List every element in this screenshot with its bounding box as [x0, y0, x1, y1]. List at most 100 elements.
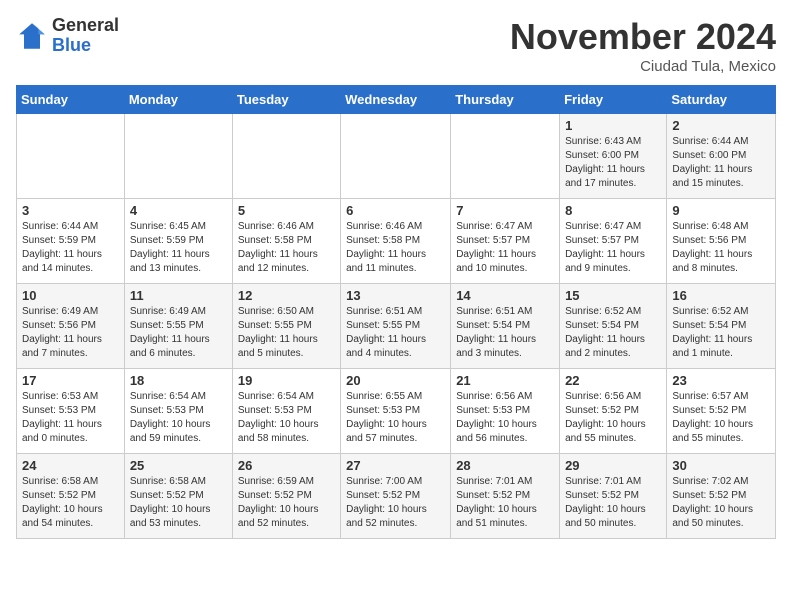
- day-info: Sunrise: 6:51 AM Sunset: 5:55 PM Dayligh…: [346, 305, 445, 361]
- calendar-cell: 26Sunrise: 6:59 AM Sunset: 5:52 PM Dayli…: [232, 454, 340, 539]
- calendar-cell: 22 Sunrise: 6:56 AM Sunset: 5:52 PM Dayli…: [560, 369, 667, 454]
- calendar-cell: [124, 114, 232, 199]
- calendar-cell: 16 Sunrise: 6:52 AM Sunset: 5:54 PM Dayli…: [667, 284, 776, 369]
- day-info: Sunrise: 6:46 AM Sunset: 5:58 PM Dayligh…: [346, 220, 445, 276]
- day-number: 14: [456, 288, 554, 303]
- day-info: Sunrise: 6:46 AM Sunset: 5:58 PM Dayligh…: [238, 220, 335, 276]
- day-number: 6: [346, 203, 445, 218]
- day-number: 28: [456, 458, 554, 473]
- day-info: Sunrise: 6:58 AM Sunset: 5:52 PM Dayligh…: [130, 475, 227, 531]
- day-info: Sunrise: 6:57 AM Sunset: 5:52 PM Dayligh…: [672, 390, 770, 446]
- calendar-week-row: 3Sunrise: 6:44 AM Sunset: 5:59 PM Daylig…: [17, 199, 776, 284]
- day-info: Sunrise: 7:00 AM Sunset: 5:52 PM Dayligh…: [346, 475, 445, 531]
- day-number: 20: [346, 373, 445, 388]
- day-info: Sunrise: 6:47 AM Sunset: 5:57 PM Dayligh…: [456, 220, 554, 276]
- calendar-cell: 28 Sunrise: 7:01 AM Sunset: 5:52 PM Dayli…: [451, 454, 560, 539]
- day-info: Sunrise: 6:52 AM Sunset: 5:54 PM Dayligh…: [672, 305, 770, 361]
- weekday-header-tuesday: Tuesday: [232, 86, 340, 114]
- calendar-cell: 11 Sunrise: 6:49 AM Sunset: 5:55 PM Dayli…: [124, 284, 232, 369]
- day-number: 24: [22, 458, 119, 473]
- day-number: 26: [238, 458, 335, 473]
- day-info: Sunrise: 6:56 AM Sunset: 5:52 PM Dayligh…: [565, 390, 661, 446]
- logo-blue-text: Blue: [52, 36, 119, 56]
- day-number: 12: [238, 288, 335, 303]
- weekday-header-thursday: Thursday: [451, 86, 560, 114]
- calendar-cell: 14 Sunrise: 6:51 AM Sunset: 5:54 PM Dayli…: [451, 284, 560, 369]
- calendar-cell: [232, 114, 340, 199]
- day-number: 27: [346, 458, 445, 473]
- calendar-cell: [17, 114, 125, 199]
- calendar-cell: 5Sunrise: 6:46 AM Sunset: 5:58 PM Daylig…: [232, 199, 340, 284]
- day-number: 9: [672, 203, 770, 218]
- day-number: 7: [456, 203, 554, 218]
- calendar-cell: 6 Sunrise: 6:46 AM Sunset: 5:58 PM Daylig…: [341, 199, 451, 284]
- calendar-cell: 29Sunrise: 7:01 AM Sunset: 5:52 PM Dayli…: [560, 454, 667, 539]
- month-title: November 2024: [510, 16, 776, 58]
- day-number: 2: [672, 118, 770, 133]
- day-number: 10: [22, 288, 119, 303]
- calendar-cell: 23 Sunrise: 6:57 AM Sunset: 5:52 PM Dayli…: [667, 369, 776, 454]
- day-info: Sunrise: 6:43 AM Sunset: 6:00 PM Dayligh…: [565, 135, 661, 191]
- weekday-header-saturday: Saturday: [667, 86, 776, 114]
- calendar-cell: 30Sunrise: 7:02 AM Sunset: 5:52 PM Dayli…: [667, 454, 776, 539]
- day-info: Sunrise: 6:44 AM Sunset: 6:00 PM Dayligh…: [672, 135, 770, 191]
- day-number: 11: [130, 288, 227, 303]
- day-number: 8: [565, 203, 661, 218]
- logo-text: General Blue: [52, 16, 119, 56]
- day-info: Sunrise: 6:56 AM Sunset: 5:53 PM Dayligh…: [456, 390, 554, 446]
- day-number: 4: [130, 203, 227, 218]
- calendar-cell: 18 Sunrise: 6:54 AM Sunset: 5:53 PM Dayli…: [124, 369, 232, 454]
- day-info: Sunrise: 6:49 AM Sunset: 5:55 PM Dayligh…: [130, 305, 227, 361]
- calendar-cell: 15Sunrise: 6:52 AM Sunset: 5:54 PM Dayli…: [560, 284, 667, 369]
- weekday-header-row: SundayMondayTuesdayWednesdayThursdayFrid…: [17, 86, 776, 114]
- logo-icon: [16, 20, 48, 52]
- day-info: Sunrise: 7:02 AM Sunset: 5:52 PM Dayligh…: [672, 475, 770, 531]
- calendar-week-row: 1Sunrise: 6:43 AM Sunset: 6:00 PM Daylig…: [17, 114, 776, 199]
- day-number: 22: [565, 373, 661, 388]
- calendar-cell: 12 Sunrise: 6:50 AM Sunset: 5:55 PM Dayli…: [232, 284, 340, 369]
- calendar-cell: 25Sunrise: 6:58 AM Sunset: 5:52 PM Dayli…: [124, 454, 232, 539]
- calendar-week-row: 10 Sunrise: 6:49 AM Sunset: 5:56 PM Dayli…: [17, 284, 776, 369]
- day-info: Sunrise: 6:45 AM Sunset: 5:59 PM Dayligh…: [130, 220, 227, 276]
- day-number: 17: [22, 373, 119, 388]
- day-info: Sunrise: 7:01 AM Sunset: 5:52 PM Dayligh…: [456, 475, 554, 531]
- calendar-cell: 1Sunrise: 6:43 AM Sunset: 6:00 PM Daylig…: [560, 114, 667, 199]
- calendar-cell: 8 Sunrise: 6:47 AM Sunset: 5:57 PM Daylig…: [560, 199, 667, 284]
- calendar-cell: 24 Sunrise: 6:58 AM Sunset: 5:52 PM Dayli…: [17, 454, 125, 539]
- logo-general-text: General: [52, 16, 119, 36]
- day-info: Sunrise: 6:54 AM Sunset: 5:53 PM Dayligh…: [238, 390, 335, 446]
- calendar-cell: [451, 114, 560, 199]
- day-number: 13: [346, 288, 445, 303]
- day-number: 18: [130, 373, 227, 388]
- logo: General Blue: [16, 16, 119, 56]
- day-number: 16: [672, 288, 770, 303]
- day-info: Sunrise: 6:54 AM Sunset: 5:53 PM Dayligh…: [130, 390, 227, 446]
- day-info: Sunrise: 6:50 AM Sunset: 5:55 PM Dayligh…: [238, 305, 335, 361]
- calendar-cell: 27 Sunrise: 7:00 AM Sunset: 5:52 PM Dayli…: [341, 454, 451, 539]
- day-number: 23: [672, 373, 770, 388]
- day-info: Sunrise: 6:51 AM Sunset: 5:54 PM Dayligh…: [456, 305, 554, 361]
- day-info: Sunrise: 6:55 AM Sunset: 5:53 PM Dayligh…: [346, 390, 445, 446]
- calendar-cell: 17Sunrise: 6:53 AM Sunset: 5:53 PM Dayli…: [17, 369, 125, 454]
- calendar-cell: 2 Sunrise: 6:44 AM Sunset: 6:00 PM Daylig…: [667, 114, 776, 199]
- weekday-header-friday: Friday: [560, 86, 667, 114]
- calendar-cell: 4 Sunrise: 6:45 AM Sunset: 5:59 PM Daylig…: [124, 199, 232, 284]
- calendar-cell: 3Sunrise: 6:44 AM Sunset: 5:59 PM Daylig…: [17, 199, 125, 284]
- day-info: Sunrise: 6:48 AM Sunset: 5:56 PM Dayligh…: [672, 220, 770, 276]
- calendar-cell: 20 Sunrise: 6:55 AM Sunset: 5:53 PM Dayli…: [341, 369, 451, 454]
- day-number: 19: [238, 373, 335, 388]
- day-info: Sunrise: 6:47 AM Sunset: 5:57 PM Dayligh…: [565, 220, 661, 276]
- day-number: 15: [565, 288, 661, 303]
- calendar-table: SundayMondayTuesdayWednesdayThursdayFrid…: [16, 85, 776, 539]
- calendar-cell: 21 Sunrise: 6:56 AM Sunset: 5:53 PM Dayli…: [451, 369, 560, 454]
- day-number: 29: [565, 458, 661, 473]
- calendar-cell: 19 Sunrise: 6:54 AM Sunset: 5:53 PM Dayli…: [232, 369, 340, 454]
- day-number: 21: [456, 373, 554, 388]
- day-number: 3: [22, 203, 119, 218]
- day-info: Sunrise: 6:58 AM Sunset: 5:52 PM Dayligh…: [22, 475, 119, 531]
- day-info: Sunrise: 6:49 AM Sunset: 5:56 PM Dayligh…: [22, 305, 119, 361]
- calendar-week-row: 17Sunrise: 6:53 AM Sunset: 5:53 PM Dayli…: [17, 369, 776, 454]
- title-block: November 2024 Ciudad Tula, Mexico: [510, 16, 776, 75]
- weekday-header-sunday: Sunday: [17, 86, 125, 114]
- calendar-cell: [341, 114, 451, 199]
